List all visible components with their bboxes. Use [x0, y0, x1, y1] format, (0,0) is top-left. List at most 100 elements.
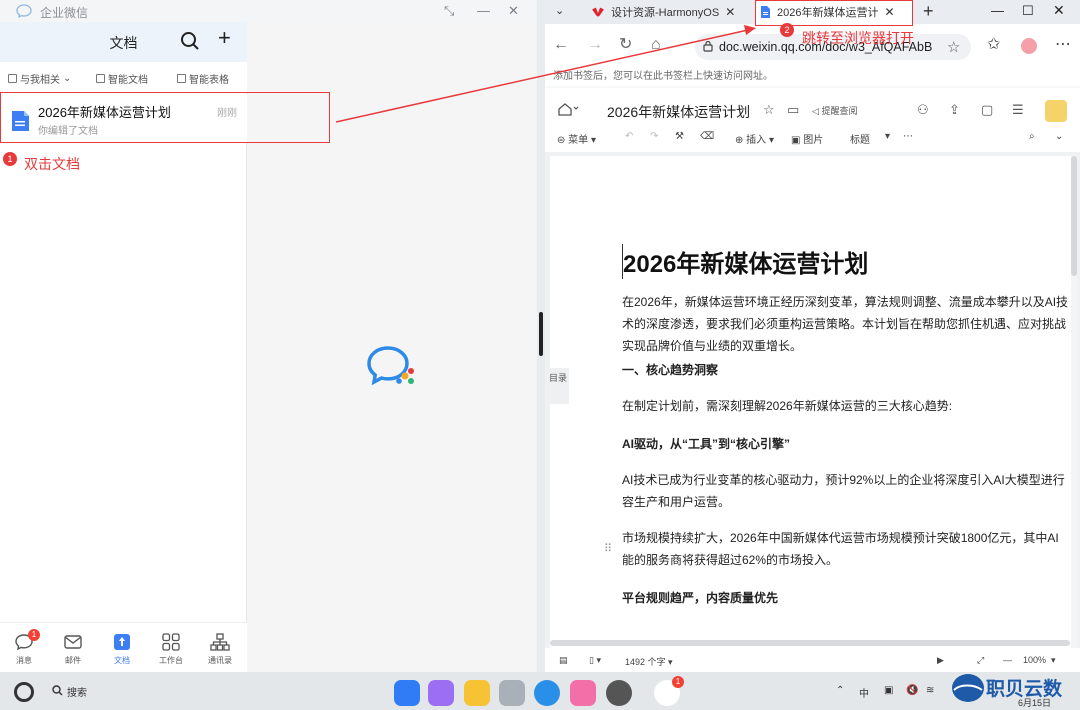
redo-icon[interactable]: ↷	[650, 131, 658, 142]
nav-mail[interactable]: 邮件	[53, 631, 93, 666]
favorites-icon[interactable]: ✩	[987, 36, 1000, 54]
zoom-dropdown-icon[interactable]: ▾	[1051, 655, 1056, 666]
settings-icon[interactable]	[606, 680, 632, 706]
doc-canvas[interactable]: 2026年新媒体运营计划 在2026年，新媒体运营环境正经历深刻变革，算法规则调…	[545, 152, 1080, 648]
tray-expand-icon[interactable]: ⌃	[836, 685, 844, 696]
wecom-app-title: 企业微信	[40, 6, 89, 20]
tab-close-icon[interactable]: ✕	[725, 5, 735, 19]
app-grid-icon[interactable]	[394, 680, 420, 706]
format-painter-icon[interactable]: ⚒	[675, 131, 684, 142]
zoom-level[interactable]: 100%	[1023, 655, 1046, 665]
share-icon[interactable]: ⇪	[949, 102, 960, 118]
forward-icon[interactable]: →	[587, 36, 603, 54]
doc-subheading[interactable]: AI驱动，从“工具”到“核心引擎”	[622, 433, 1074, 455]
doc-heading[interactable]: 2026年新媒体运营计划	[622, 244, 1074, 279]
toc-toggle[interactable]: 目录	[547, 368, 569, 404]
scrollbar-thumb[interactable]	[1071, 156, 1077, 276]
ime-indicator[interactable]: 中	[859, 685, 869, 700]
zoom-out-icon[interactable]: —	[1003, 655, 1012, 665]
close-icon[interactable]: ✕	[508, 3, 519, 19]
comment-icon[interactable]: ▢	[981, 102, 993, 118]
nav-contacts[interactable]: 通讯录	[200, 631, 240, 666]
doc-paragraph[interactable]: 在制定计划前，需深刻理解2026年新媒体运营的三大核心趋势:	[622, 395, 1074, 417]
style-select[interactable]: 标题	[850, 131, 870, 146]
menu-icon[interactable]: ☰	[1012, 102, 1024, 118]
new-tab-icon[interactable]: +	[923, 1, 934, 22]
nav-messages[interactable]: 1 消息	[4, 629, 44, 666]
doc-body[interactable]: 2026年新媒体运营计划 在2026年，新媒体运营环境正经历深刻变革，算法规则调…	[622, 244, 1074, 609]
notes-icon[interactable]	[464, 680, 490, 706]
minimize-icon[interactable]: —	[477, 3, 490, 18]
menu-button[interactable]: ⊜ 菜单 ▾	[557, 131, 596, 146]
volume-mute-icon[interactable]: 🔇	[906, 685, 918, 696]
image-button[interactable]: ▣ 图片	[791, 131, 823, 146]
horizontal-scrollbar[interactable]	[550, 640, 1070, 646]
search-icon[interactable]	[180, 31, 200, 51]
refresh-icon[interactable]: ↻	[619, 36, 632, 54]
find-icon[interactable]: ⌕	[1029, 131, 1035, 142]
trash-icon[interactable]	[499, 680, 525, 706]
filter-smart-doc[interactable]: 智能文档	[96, 71, 148, 86]
close-icon[interactable]: ✕	[1053, 2, 1065, 19]
filter-smart-sheet[interactable]: 智能表格	[177, 71, 229, 86]
add-collaborator-icon[interactable]: ⚇	[917, 102, 929, 118]
split-handle[interactable]	[539, 312, 543, 356]
tab-harmonyos[interactable]: 设计资源-HarmonyOS ✕	[587, 0, 755, 24]
vertical-scrollbar[interactable]	[1071, 156, 1077, 648]
docs-icon	[114, 634, 130, 650]
doc-paragraph[interactable]: 实现品牌价值与业绩的双重增长。	[622, 335, 1074, 357]
doc-subheading[interactable]: 平台规则趋严，内容质量优先	[622, 587, 1074, 609]
filter-related[interactable]: 与我相关 ⌄	[8, 71, 71, 86]
remind-read-button[interactable]: ◁ 提醒查阅	[812, 104, 857, 117]
add-icon[interactable]: +	[218, 27, 231, 49]
split-divider[interactable]	[537, 0, 545, 672]
wifi-icon[interactable]: ≋	[926, 685, 934, 696]
more-options-icon[interactable]: ⋯	[1055, 36, 1071, 54]
gallery-icon[interactable]	[570, 680, 596, 706]
doc-paragraph[interactable]: 能的服务商将获得超过62%的市场投入。	[622, 549, 1074, 571]
start-button[interactable]	[14, 682, 34, 702]
doc-editor: 2026年新媒体运营计划 ☆ ▭ ◁ 提醒查阅 ⚇ ⇪ ▢ ☰ ⊜ 菜单 ▾ ↶…	[545, 88, 1080, 672]
clear-format-icon[interactable]: ⌫	[700, 131, 714, 142]
doc-title[interactable]: 2026年新媒体运营计划	[607, 102, 750, 122]
profile-avatar[interactable]	[1021, 38, 1037, 54]
star-icon[interactable]: ☆	[763, 102, 775, 118]
doc-paragraph[interactable]: 在2026年，新媒体运营环境正经历深刻变革，算法规则调整、流量成本攀升以及AI技	[622, 291, 1074, 313]
taskbar-search[interactable]: 搜索	[52, 684, 87, 699]
undo-icon[interactable]: ↶	[625, 131, 633, 142]
doc-paragraph[interactable]: 术的深度渗透，要求我们必须重构运营策略。本计划旨在帮助您抓住机遇、应对挑战	[622, 313, 1074, 335]
doc-paragraph[interactable]: 市场规模持续扩大，2026年中国新媒体代运营市场规模预计突破1800亿元，其中A…	[622, 527, 1074, 549]
nav-workbench[interactable]: 工作台	[151, 631, 191, 666]
multitask-icon[interactable]	[428, 680, 454, 706]
doc-home-icon[interactable]	[557, 102, 579, 121]
insert-button[interactable]: ⊕ 插入 ▾	[735, 131, 774, 146]
tab-list-chevron-icon[interactable]: ⌄	[555, 4, 564, 17]
nav-docs[interactable]: 文档	[102, 631, 142, 666]
doc-paragraph[interactable]: 容生产和用户运营。	[622, 491, 1074, 513]
back-icon[interactable]: ←	[553, 36, 569, 54]
style-dropdown-icon[interactable]: ▾	[885, 131, 890, 142]
drag-handle-icon[interactable]: ⠿	[604, 542, 612, 555]
step2-highlight-box	[755, 0, 913, 26]
play-icon[interactable]: ▶	[937, 655, 944, 666]
word-count[interactable]: 1492 个字 ▾	[625, 655, 673, 668]
watermark: 职贝云数	[950, 666, 1080, 710]
maximize-icon[interactable]: ☐	[1022, 3, 1034, 19]
doc-section-heading[interactable]: 一、核心趋势洞察	[622, 359, 1074, 381]
user-avatar[interactable]	[1045, 100, 1067, 122]
tray-app-icon[interactable]: ▣	[884, 685, 893, 696]
collapse-toolbar-icon[interactable]: ⌄	[1055, 131, 1063, 142]
more-tools-icon[interactable]: ⋯	[903, 131, 913, 142]
doc-page[interactable]: 2026年新媒体运营计划 在2026年，新媒体运营环境正经历深刻变革，算法规则调…	[550, 156, 1074, 648]
folder-move-icon[interactable]: ▭	[787, 102, 799, 118]
bookmark-star-icon[interactable]: ☆	[947, 38, 960, 56]
outline-icon[interactable]: ▤	[559, 655, 568, 666]
restore-icon[interactable]: ⤡	[444, 3, 454, 19]
minimize-icon[interactable]: —	[991, 3, 1004, 18]
doc-paragraph[interactable]: AI技术已成为行业变革的核心驱动力，预计92%以上的企业将深度引入AI大模型进行	[622, 469, 1074, 491]
home-icon[interactable]: ⌂	[651, 36, 661, 54]
browser-icon[interactable]	[534, 680, 560, 706]
fullscreen-icon[interactable]: ⤢	[977, 655, 984, 666]
page-view-icon[interactable]: ▯ ▾	[589, 655, 601, 666]
wecom-taskbar-icon[interactable]: 1	[654, 676, 684, 706]
